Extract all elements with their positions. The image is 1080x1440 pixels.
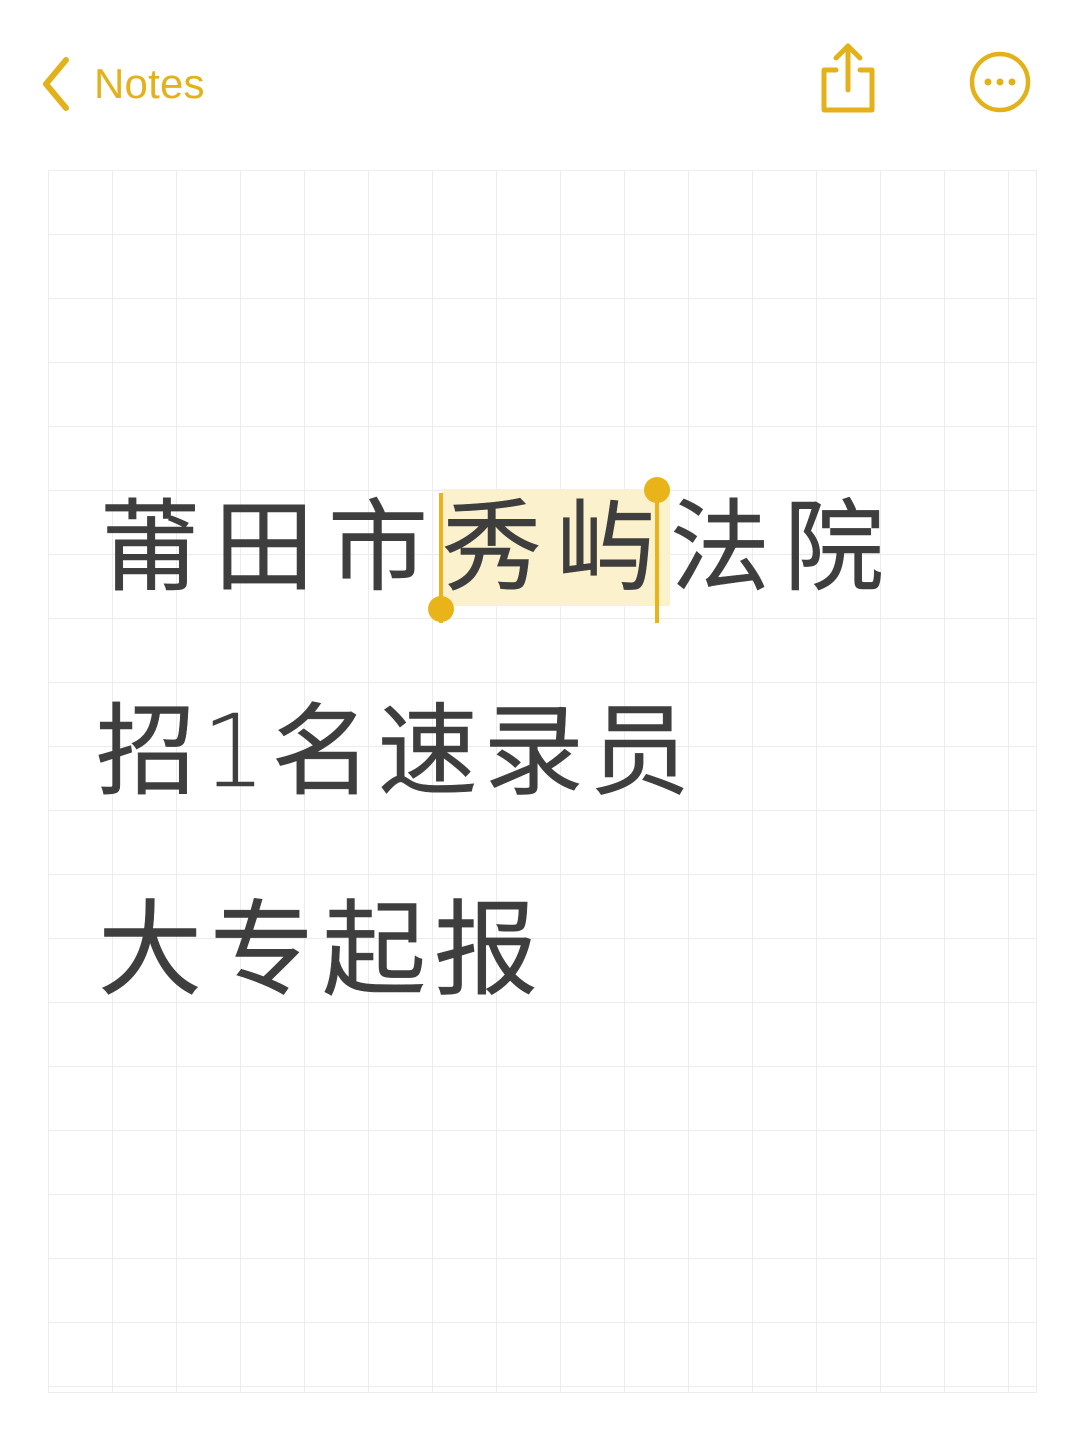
chevron-left-icon [40,56,72,112]
selection-end-handle[interactable] [644,477,670,503]
note-line-1-text-before: 莆田市 [100,489,442,607]
more-options-button[interactable] [968,50,1032,114]
back-button-label: Notes [94,60,205,107]
share-button[interactable] [812,40,884,116]
note-line-1[interactable]: 莆田市 秀屿 法院 [100,477,898,623]
back-button[interactable]: Notes [40,52,205,116]
selection-start-handle[interactable] [428,596,454,622]
share-icon [812,43,884,120]
note-line-1-text-after: 法院 [670,489,898,607]
text-selection[interactable]: 秀屿 [428,477,670,623]
more-icon [968,51,1032,118]
note-line-2[interactable]: 招1名速录员 [96,682,696,822]
top-navigation-bar: Notes [0,0,1080,160]
selected-text: 秀屿 [442,489,670,607]
note-line-3[interactable]: 大专起报 [98,880,546,1020]
selection-end-caret [655,493,659,623]
